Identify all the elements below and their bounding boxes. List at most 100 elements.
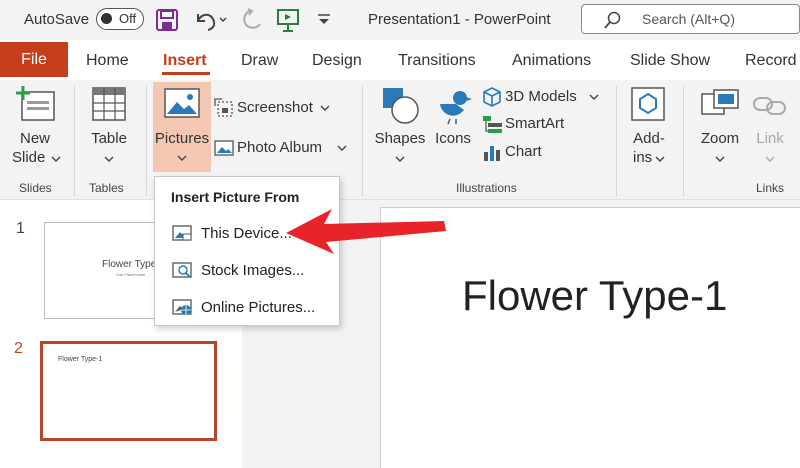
table-button[interactable]: Table xyxy=(82,84,136,172)
online-pictures-icon xyxy=(172,299,192,315)
tab-transitions[interactable]: Transitions xyxy=(398,52,476,70)
chevron-down-icon xyxy=(337,145,347,151)
thumb2-title: Flower Type-1 xyxy=(58,356,103,363)
add-ins-button[interactable]: Add- ins xyxy=(624,84,674,172)
zoom-icon xyxy=(701,89,739,115)
chevron-down-icon xyxy=(320,105,330,111)
slide-number-1: 1 xyxy=(16,220,25,237)
chevron-down-icon xyxy=(765,156,775,162)
table-label: Table xyxy=(91,130,127,147)
chevron-down-icon xyxy=(715,156,725,162)
3d-models-label: 3D Models xyxy=(505,88,577,105)
photo-album-icon xyxy=(214,140,234,156)
search-icon xyxy=(604,11,621,29)
screenshot-icon xyxy=(214,98,233,117)
annotation-arrow xyxy=(286,209,446,254)
icons-button[interactable]: Icons xyxy=(430,84,476,154)
chart-label: Chart xyxy=(505,143,542,160)
chevron-down-icon xyxy=(655,156,665,162)
new-slide-icon xyxy=(16,86,55,121)
ribbon-divider xyxy=(616,86,617,196)
ribbon-divider xyxy=(362,86,363,196)
table-icon xyxy=(92,87,126,121)
redo-icon[interactable] xyxy=(240,8,264,32)
group-label-tables: Tables xyxy=(89,181,124,195)
ribbon-divider xyxy=(146,86,147,196)
link-icon xyxy=(753,97,786,115)
save-icon[interactable] xyxy=(155,8,179,32)
shapes-button[interactable]: Shapes xyxy=(372,84,428,172)
tab-animations[interactable]: Animations xyxy=(512,52,591,70)
group-label-links: Links xyxy=(756,181,785,195)
slide-number-2: 2 xyxy=(14,340,23,357)
shapes-label: Shapes xyxy=(374,130,426,147)
chevron-down-icon xyxy=(589,94,599,100)
menu-item-stock-images[interactable]: Stock Images... xyxy=(155,254,339,288)
chart-icon xyxy=(484,146,500,161)
smartart-button[interactable]: SmartArt xyxy=(481,113,581,135)
menu-heading: Insert Picture From xyxy=(171,189,300,205)
screenshot-button[interactable]: Screenshot xyxy=(213,96,331,120)
menu-item-label: Online Pictures... xyxy=(201,299,316,316)
ribbon-divider xyxy=(74,86,75,196)
tab-insert[interactable]: Insert xyxy=(163,52,207,70)
new-slide-label-1: New xyxy=(19,130,50,147)
chevron-down-icon xyxy=(395,156,405,162)
photo-album-button[interactable]: Photo Album xyxy=(213,136,349,160)
tab-design[interactable]: Design xyxy=(312,52,362,70)
thumb1-subtitle: Sub Placeholder xyxy=(116,272,146,277)
cube-icon xyxy=(483,87,501,107)
menu-item-label: Stock Images... xyxy=(201,262,305,279)
menu-item-online-pictures[interactable]: Online Pictures... xyxy=(155,291,339,325)
autosave-toggle[interactable]: Off xyxy=(96,8,144,30)
customize-toolbar-icon[interactable] xyxy=(316,12,332,28)
group-label-slides: Slides xyxy=(19,181,52,195)
link-label: Link xyxy=(756,130,784,147)
slide-thumbnail-2[interactable]: Flower Type-1 xyxy=(40,341,217,441)
shapes-icon xyxy=(383,88,419,124)
screenshot-label: Screenshot xyxy=(237,99,313,116)
new-slide-label-2: Slide xyxy=(12,149,46,166)
autosave-label: AutoSave xyxy=(24,11,90,28)
toggle-knob xyxy=(101,13,112,24)
add-ins-icon xyxy=(631,87,665,121)
group-label-illustrations: Illustrations xyxy=(456,181,517,195)
document-title: Presentation1 - PowerPoint xyxy=(368,11,551,28)
search-placeholder: Search (Alt+Q) xyxy=(642,11,735,27)
search-box[interactable]: Search (Alt+Q) xyxy=(581,4,800,34)
stock-images-icon xyxy=(172,262,192,278)
undo-icon[interactable] xyxy=(192,8,228,32)
zoom-label: Zoom xyxy=(700,130,740,147)
chart-button[interactable]: Chart xyxy=(481,141,561,163)
picture-icon xyxy=(164,88,200,118)
menu-item-label: This Device... xyxy=(201,225,292,242)
icons-label: Icons xyxy=(435,130,471,147)
link-button[interactable]: Link xyxy=(748,84,792,172)
present-icon[interactable] xyxy=(276,7,300,33)
tab-draw[interactable]: Draw xyxy=(241,52,278,70)
ribbon-divider xyxy=(683,86,684,196)
active-tab-underline xyxy=(162,72,210,75)
zoom-button[interactable]: Zoom xyxy=(695,84,745,172)
tab-record[interactable]: Record xyxy=(745,52,797,70)
chevron-down-icon xyxy=(177,155,187,161)
smartart-label: SmartArt xyxy=(505,115,565,132)
autosave-state: Off xyxy=(119,11,137,26)
thumb1-title: Flower Type xyxy=(102,259,157,270)
new-slide-button[interactable]: New Slide xyxy=(8,84,68,172)
slide-title[interactable]: Flower Type-1 xyxy=(462,272,727,320)
tab-file[interactable]: File xyxy=(0,42,68,77)
tab-slide-show[interactable]: Slide Show xyxy=(630,52,710,70)
smartart-icon xyxy=(483,116,502,133)
bird-icon xyxy=(440,91,472,125)
chevron-down-icon xyxy=(104,156,114,162)
pictures-label: Pictures xyxy=(154,130,210,147)
device-picture-icon xyxy=(172,225,192,241)
photo-album-label: Photo Album xyxy=(237,139,323,156)
chevron-down-icon xyxy=(51,156,61,162)
tab-home[interactable]: Home xyxy=(86,52,129,70)
add-ins-label-2: ins xyxy=(633,149,653,166)
add-ins-label-1: Add- xyxy=(633,130,665,147)
pictures-button[interactable]: Pictures xyxy=(153,82,211,172)
3d-models-button[interactable]: 3D Models xyxy=(481,86,603,108)
